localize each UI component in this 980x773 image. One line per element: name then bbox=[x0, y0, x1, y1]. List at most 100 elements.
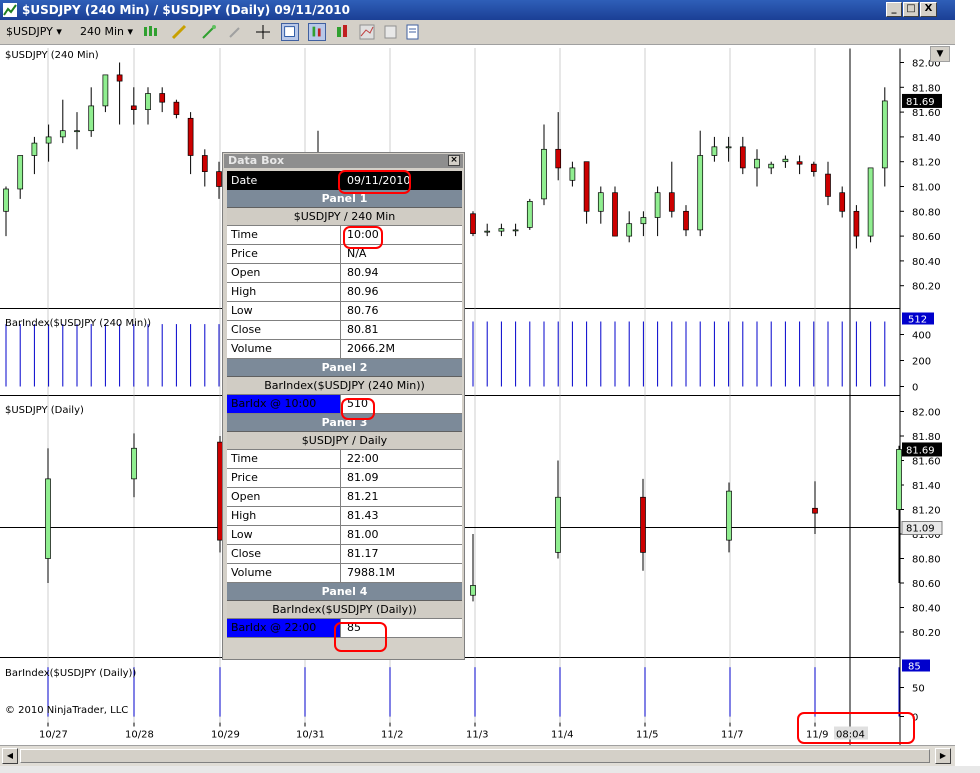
candle-body bbox=[726, 490, 732, 541]
pane1-label: $USDJPY (240 Min) bbox=[5, 50, 99, 61]
candle-body bbox=[17, 155, 24, 190]
axis-tick-label: 81.60 bbox=[912, 108, 941, 119]
candle-body bbox=[555, 496, 561, 553]
axis-tick-label: 80.60 bbox=[912, 579, 941, 590]
data-box-title-bar[interactable]: Data Box × bbox=[224, 154, 463, 168]
x-axis-label: 11/5 bbox=[636, 730, 658, 741]
horizontal-scrollbar[interactable]: ◀ ▶ bbox=[0, 745, 955, 767]
candle-body bbox=[796, 161, 803, 165]
candle-body bbox=[88, 105, 95, 132]
axis-tick-label: 80.80 bbox=[912, 207, 941, 218]
axis-tick-label: 80.20 bbox=[912, 628, 941, 639]
candle-body bbox=[102, 74, 109, 107]
candle-body bbox=[569, 167, 576, 181]
row-value: 81.43 bbox=[347, 509, 379, 522]
scroll-left-button[interactable]: ◀ bbox=[2, 748, 18, 764]
candle-body bbox=[187, 117, 194, 156]
close-icon[interactable]: × bbox=[448, 155, 460, 166]
interval-selector[interactable]: 240 Min ▾ bbox=[80, 23, 133, 41]
row-value: 81.00 bbox=[347, 528, 379, 541]
table-row: Open 81.21 bbox=[227, 488, 462, 507]
chevron-down-icon: ▾ bbox=[56, 25, 62, 38]
axis-tick-label: 81.40 bbox=[912, 133, 941, 144]
row-value: 2066.2M bbox=[347, 342, 395, 355]
x-axis-label: 11/4 bbox=[551, 730, 573, 741]
chart-area[interactable]: 82.00 81.80 81.60 81.40 81.20 81.00 80.80 80.60… bbox=[0, 46, 955, 751]
candle-body bbox=[145, 93, 151, 110]
zoom-icon[interactable] bbox=[281, 23, 299, 41]
row-label: Low bbox=[227, 526, 341, 544]
minimize-button[interactable]: _ bbox=[886, 2, 902, 17]
axis-tick-label: 81.20 bbox=[912, 506, 941, 517]
table-row: Volume 7988.1M bbox=[227, 564, 462, 583]
axis-tick-label: 81.60 bbox=[912, 457, 941, 468]
axis-tick-label: 50 bbox=[912, 684, 925, 695]
maximize-button[interactable]: □ bbox=[903, 2, 919, 17]
instrument-selector[interactable]: $USDJPY ▾ bbox=[6, 23, 62, 41]
candle-body bbox=[45, 478, 51, 559]
candle-body bbox=[484, 230, 491, 233]
scroll-thumb[interactable] bbox=[20, 749, 930, 763]
data-box-icon[interactable] bbox=[308, 23, 326, 41]
indicators-icon[interactable] bbox=[334, 23, 352, 41]
candle-body bbox=[116, 74, 123, 82]
row-value: 81.21 bbox=[347, 490, 379, 503]
strategies-icon[interactable] bbox=[358, 23, 376, 41]
candle-body bbox=[640, 217, 647, 225]
window-title: $USDJPY (240 Min) / $USDJPY (Daily) 09/1… bbox=[22, 3, 350, 17]
axis-tick-label: 80.80 bbox=[912, 555, 941, 566]
currency-icon[interactable] bbox=[382, 23, 400, 41]
candle-body bbox=[640, 496, 646, 553]
magic-wand-icon[interactable] bbox=[200, 23, 218, 41]
candle-body bbox=[555, 148, 562, 169]
axis-tick-label: 81.80 bbox=[912, 432, 941, 443]
candle-body bbox=[583, 161, 590, 212]
row-label: Price bbox=[227, 245, 341, 263]
candle-body bbox=[612, 192, 618, 237]
pane3-label: $USDJPY (Daily) bbox=[5, 405, 84, 416]
highlight-time bbox=[343, 226, 383, 249]
axis-tick-label: 81.20 bbox=[912, 158, 941, 169]
row-value: 80.81 bbox=[347, 323, 379, 336]
row-label: Open bbox=[227, 488, 341, 506]
row-value: 7988.1M bbox=[347, 566, 395, 579]
candle-body bbox=[470, 585, 476, 596]
close-button[interactable]: X bbox=[920, 2, 937, 17]
instrument-label: $USDJPY bbox=[6, 25, 53, 38]
properties-icon[interactable] bbox=[404, 23, 422, 41]
candle-body bbox=[597, 192, 604, 212]
table-row: Close 81.17 bbox=[227, 545, 462, 564]
axis-tick-label: 80.20 bbox=[912, 282, 941, 293]
table-row: Close 80.81 bbox=[227, 321, 462, 340]
pencil-icon[interactable] bbox=[170, 23, 188, 41]
bar-type-icon[interactable] bbox=[142, 23, 160, 41]
pin-icon[interactable] bbox=[226, 23, 244, 41]
candle-body bbox=[683, 210, 689, 231]
candle-body bbox=[853, 210, 860, 237]
row-label: Low bbox=[227, 302, 341, 320]
row-label: Time bbox=[227, 226, 341, 244]
axis-tick-label: 400 bbox=[912, 331, 931, 342]
axis-tick-label: 80.60 bbox=[912, 232, 941, 243]
last-price-marker-label: 81.69 bbox=[906, 445, 935, 456]
candle-body bbox=[74, 130, 80, 133]
title-bar: $USDJPY (240 Min) / $USDJPY (Daily) 09/1… bbox=[0, 0, 955, 20]
x-axis-label: 11/7 bbox=[721, 730, 743, 741]
chevron-down-icon[interactable]: ▼ bbox=[930, 46, 950, 62]
crosshair-price-label: 81.09 bbox=[906, 524, 935, 535]
barindex-marker-label: 512 bbox=[908, 315, 927, 326]
row-label: Volume bbox=[227, 564, 341, 582]
row-value: 22:00 bbox=[347, 452, 379, 465]
row-value: 80.94 bbox=[347, 266, 379, 279]
table-row: Low 80.76 bbox=[227, 302, 462, 321]
candle-body bbox=[159, 93, 166, 103]
candle-body bbox=[810, 163, 817, 172]
candle-body bbox=[173, 101, 180, 115]
toolbar: $USDJPY ▾ 240 Min ▾ bbox=[0, 20, 955, 45]
row-value: 80.76 bbox=[347, 304, 379, 317]
crosshair-icon[interactable] bbox=[254, 23, 272, 41]
candle-body bbox=[881, 100, 888, 169]
row-label: Time bbox=[227, 450, 341, 468]
candle-body bbox=[130, 105, 137, 110]
scroll-right-button[interactable]: ▶ bbox=[935, 748, 951, 764]
